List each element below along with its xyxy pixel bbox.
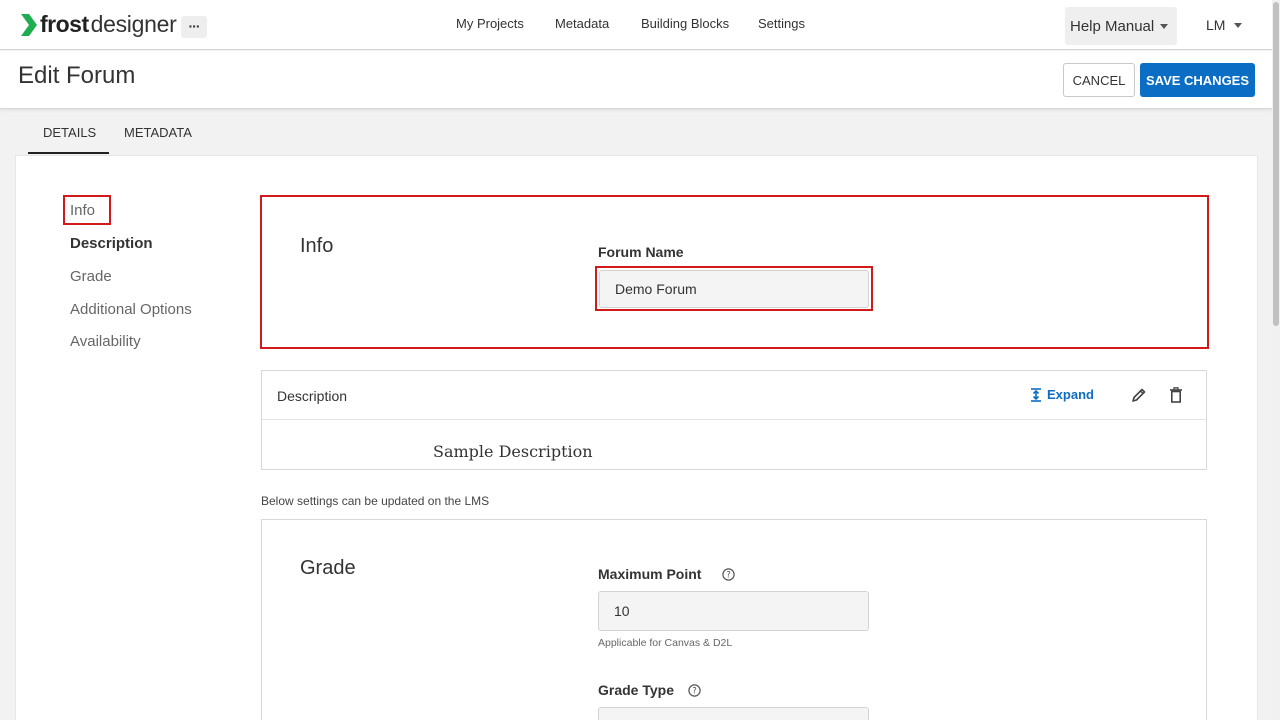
logo-text-light: designer [90,11,177,37]
help-manual-dropdown[interactable]: Help Manual [1065,7,1177,45]
active-tab-indicator [28,152,109,154]
expand-label: Expand [1047,387,1094,402]
caret-down-icon [1160,23,1169,29]
page-scrollbar-thumb[interactable] [1273,2,1279,326]
description-title: Description [277,388,348,404]
sidebar-item-availability[interactable]: Availability [70,333,141,350]
description-content: Sample Description [433,442,593,461]
page-header: Edit Forum CANCEL SAVE CHANGES [0,51,1272,109]
forum-name-label: Forum Name [598,244,684,260]
nav-my-projects[interactable]: My Projects [456,16,524,31]
more-menu-button[interactable]: ··· [181,16,207,38]
save-changes-button[interactable]: SAVE CHANGES [1140,63,1255,97]
sidebar-item-description[interactable]: Description [70,235,153,252]
expand-button[interactable]: Expand [1030,387,1094,402]
grade-type-label: Grade Type [598,682,674,698]
help-manual-label: Help Manual [1070,17,1155,35]
caret-down-icon [1234,22,1243,28]
pencil-icon[interactable] [1131,387,1147,403]
nav-settings[interactable]: Settings [758,16,805,31]
svg-text:?: ? [726,571,731,581]
tab-metadata[interactable]: METADATA [124,125,192,140]
tab-details[interactable]: DETAILS [43,125,96,140]
maximum-point-input[interactable]: 10 [598,591,869,631]
page-title: Edit Forum [18,62,136,89]
logo-chevron-icon [21,13,37,36]
frost-designer-logo[interactable]: frost designer [20,11,177,38]
cancel-button[interactable]: CANCEL [1063,63,1135,97]
grade-type-select[interactable] [598,707,869,720]
nav-metadata[interactable]: Metadata [555,16,609,31]
logo-text-bold: frost [40,11,89,37]
description-header: Description Expand [262,371,1206,420]
help-circle-icon[interactable]: ? [722,568,735,581]
description-block: Description Expand Sample Description [261,370,1207,470]
info-section-title: Info [300,235,334,257]
lms-settings-note: Below settings can be updated on the LMS [261,494,490,508]
sidebar-item-additional-options[interactable]: Additional Options [70,301,192,318]
grade-section-title: Grade [300,557,356,579]
top-navbar: frost designer ··· My Projects Metadata … [0,0,1272,50]
user-initials: LM [1206,17,1226,33]
nav-building-blocks[interactable]: Building Blocks [641,16,729,31]
highlight-box-info-link [63,195,111,225]
svg-text:?: ? [692,687,697,697]
expand-icon [1031,387,1041,402]
maximum-point-hint: Applicable for Canvas & D2L [598,637,733,649]
trash-icon[interactable] [1169,387,1183,403]
highlight-box-forum-name [595,266,873,311]
help-circle-icon[interactable]: ? [688,684,701,697]
sidebar-item-grade[interactable]: Grade [70,268,112,285]
maximum-point-label: Maximum Point [598,566,702,582]
user-menu-dropdown[interactable]: LM [1206,17,1243,33]
